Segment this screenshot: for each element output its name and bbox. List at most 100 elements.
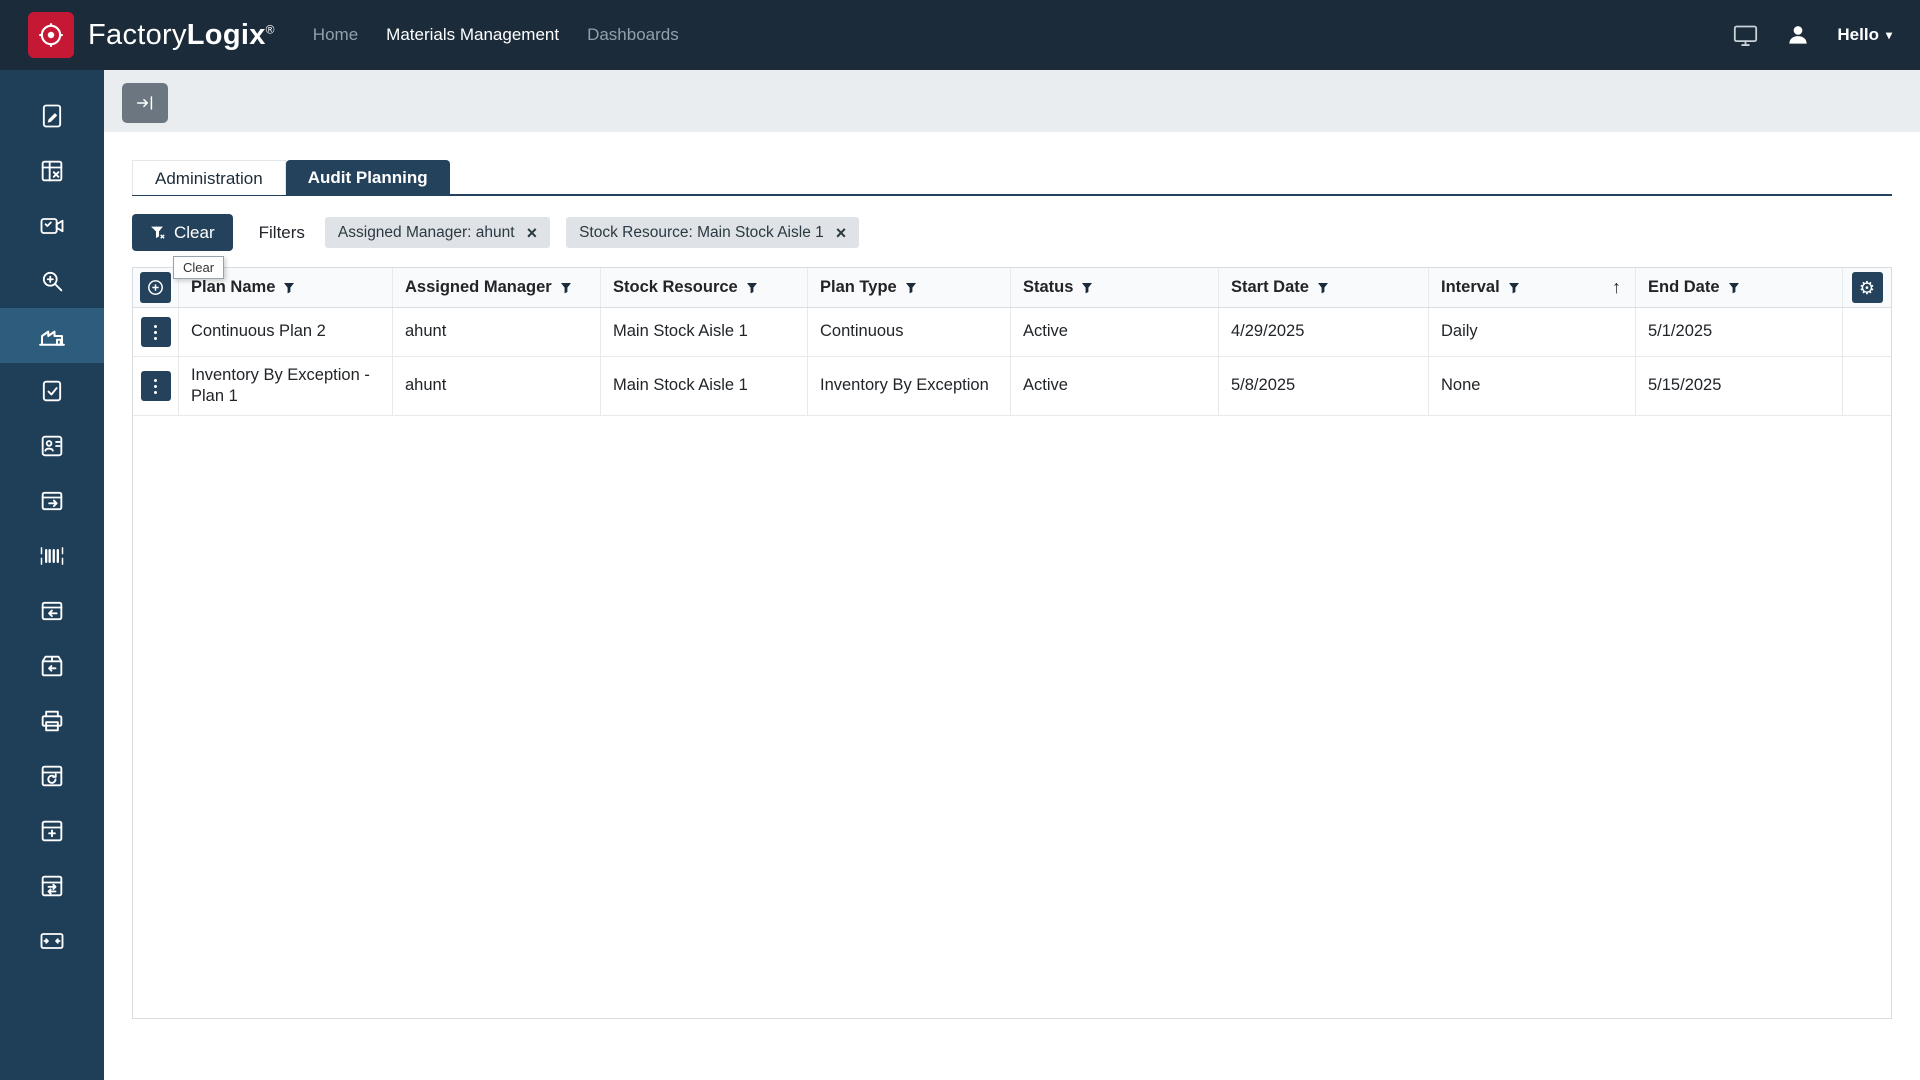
cell-assigned-manager: ahunt	[393, 357, 601, 415]
sort-ascending-icon[interactable]: ↑	[1612, 277, 1621, 298]
cell-status: Active	[1011, 308, 1219, 356]
sidebar-item-12[interactable]	[0, 693, 104, 748]
filter-icon[interactable]	[746, 282, 758, 294]
panorama-icon	[38, 927, 66, 955]
cell-plan-type: Inventory By Exception	[808, 357, 1011, 415]
audit-check-icon	[38, 377, 66, 405]
tab-administration[interactable]: Administration	[132, 160, 286, 195]
warehouse-icon	[37, 321, 67, 351]
cell-status: Active	[1011, 357, 1219, 415]
cell-end-date: 5/15/2025	[1636, 357, 1843, 415]
sidebar-item-5-warehouse[interactable]	[0, 308, 104, 363]
cell-plan-type: Continuous	[808, 308, 1011, 356]
filter-icon[interactable]	[283, 282, 295, 294]
column-header-end-date[interactable]: End Date	[1636, 268, 1843, 307]
sidebar-item-13[interactable]	[0, 748, 104, 803]
filter-icon[interactable]	[1728, 282, 1740, 294]
cell-interval: Daily	[1429, 308, 1636, 356]
filter-icon[interactable]	[560, 282, 572, 294]
table-row[interactable]: Inventory By Exception - Plan 1 ahunt Ma…	[133, 357, 1891, 416]
column-settings-button[interactable]: ⚙	[1852, 272, 1883, 303]
filter-chip-assigned-manager[interactable]: Assigned Manager: ahunt ×	[325, 217, 550, 248]
collapse-panel-button[interactable]	[122, 83, 168, 123]
chip-remove-icon[interactable]: ×	[836, 224, 847, 242]
cell-assigned-manager: ahunt	[393, 308, 601, 356]
contacts-book-icon	[38, 432, 66, 460]
table-refresh-icon	[38, 762, 66, 790]
tab-audit-planning[interactable]: Audit Planning	[286, 160, 450, 195]
barcode-icon	[38, 542, 66, 570]
column-header-stock-resource[interactable]: Stock Resource	[601, 268, 808, 307]
package-return-icon	[38, 652, 66, 680]
filter-icon[interactable]	[1081, 282, 1093, 294]
plus-circle-icon	[147, 279, 164, 296]
filter-icon[interactable]	[1317, 282, 1329, 294]
add-plan-button[interactable]	[140, 272, 171, 303]
cell-plan-name: Continuous Plan 2	[179, 308, 393, 356]
clear-tooltip: Clear	[173, 256, 224, 279]
sidebar-item-7[interactable]	[0, 418, 104, 473]
sidebar-item-16[interactable]	[0, 913, 104, 968]
column-header-start-date[interactable]: Start Date	[1219, 268, 1429, 307]
cell-end-date: 5/1/2025	[1636, 308, 1843, 356]
row-actions-cell	[133, 308, 179, 356]
sidebar-item-4[interactable]	[0, 253, 104, 308]
toolbar-strip	[104, 70, 1920, 132]
table-export-icon	[38, 487, 66, 515]
sidebar-item-3[interactable]	[0, 198, 104, 253]
video-tasks-icon	[38, 212, 66, 240]
collapse-panel-icon	[134, 92, 156, 114]
sidebar-item-8[interactable]	[0, 473, 104, 528]
filter-icon[interactable]	[1508, 282, 1520, 294]
user-icon[interactable]	[1785, 22, 1811, 48]
sidebar-item-1[interactable]	[0, 88, 104, 143]
column-header-assigned-manager[interactable]: Assigned Manager	[393, 268, 601, 307]
sidebar-item-15[interactable]	[0, 858, 104, 913]
chip-label: Stock Resource: Main Stock Aisle 1	[579, 224, 824, 242]
cell-start-date: 4/29/2025	[1219, 308, 1429, 356]
filters-label: Filters	[259, 223, 305, 243]
table-row[interactable]: Continuous Plan 2 ahunt Main Stock Aisle…	[133, 308, 1891, 357]
sidebar-item-14[interactable]	[0, 803, 104, 858]
chip-remove-icon[interactable]: ×	[527, 224, 538, 242]
filter-chips: Assigned Manager: ahunt × Stock Resource…	[325, 217, 859, 248]
table-add-icon	[38, 817, 66, 845]
sidebar-item-6[interactable]	[0, 363, 104, 418]
cell-stock-resource: Main Stock Aisle 1	[601, 357, 808, 415]
filter-chip-stock-resource[interactable]: Stock Resource: Main Stock Aisle 1 ×	[566, 217, 859, 248]
tab-bar: Administration Audit Planning	[132, 160, 450, 195]
logo-target-icon	[36, 20, 66, 50]
clear-button-label: Clear	[174, 223, 215, 243]
column-header-status[interactable]: Status	[1011, 268, 1219, 307]
display-icon[interactable]	[1732, 22, 1759, 49]
nav-materials-management[interactable]: Materials Management	[386, 25, 559, 45]
sidebar-item-2[interactable]	[0, 143, 104, 198]
gear-icon: ⚙	[1859, 279, 1875, 297]
clipboard-edit-icon	[38, 102, 66, 130]
nav-home[interactable]: Home	[313, 25, 358, 45]
greeting-label: Hello	[1837, 25, 1879, 45]
user-menu[interactable]: Hello ▾	[1837, 25, 1892, 45]
cell-start-date: 5/8/2025	[1219, 357, 1429, 415]
cell-interval: None	[1429, 357, 1636, 415]
cell-empty	[1843, 357, 1891, 415]
cell-empty	[1843, 308, 1891, 356]
column-header-plan-type[interactable]: Plan Type	[808, 268, 1011, 307]
cell-stock-resource: Main Stock Aisle 1	[601, 308, 808, 356]
nav-dashboards[interactable]: Dashboards	[587, 25, 679, 45]
sidebar-item-10[interactable]	[0, 583, 104, 638]
table-transfer-icon	[38, 872, 66, 900]
column-header-interval[interactable]: Interval ↑	[1429, 268, 1636, 307]
chevron-down-icon: ▾	[1886, 28, 1892, 42]
sidebar-item-11[interactable]	[0, 638, 104, 693]
row-actions-button[interactable]	[141, 317, 171, 347]
clear-filters-button[interactable]: Clear	[132, 214, 233, 251]
table-import-icon	[38, 597, 66, 625]
row-actions-cell	[133, 357, 179, 415]
filter-icon[interactable]	[905, 282, 917, 294]
sidebar-item-9[interactable]	[0, 528, 104, 583]
header-settings-cell: ⚙	[1843, 268, 1891, 307]
row-actions-button[interactable]	[141, 371, 171, 401]
factorylogix-logo[interactable]	[28, 12, 74, 58]
top-nav: Home Materials Management Dashboards	[313, 25, 679, 45]
